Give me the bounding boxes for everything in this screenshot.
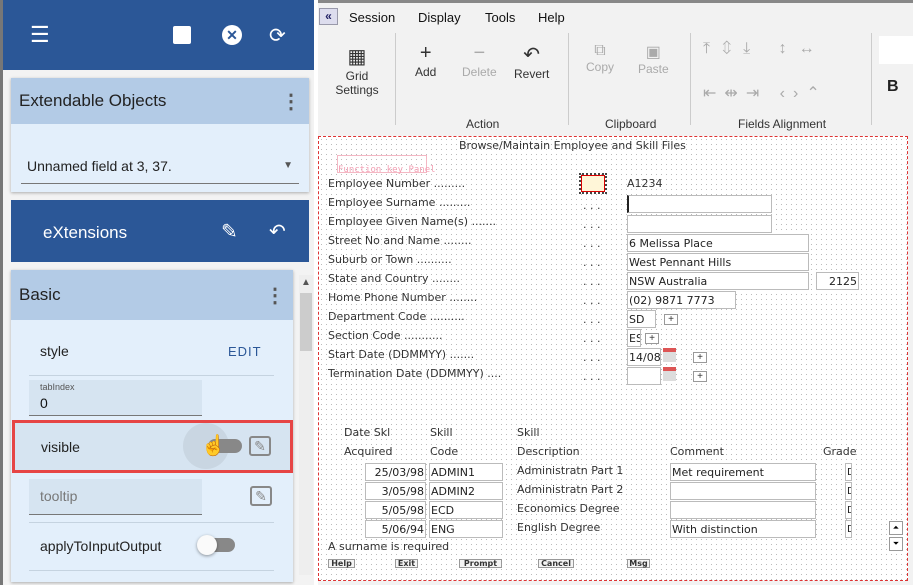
start-date-input[interactable]: 14/08 — [627, 348, 661, 366]
field-label: Department Code .......... — [328, 310, 465, 323]
header-description: Skill — [517, 426, 540, 439]
suburb-input[interactable]: West Pennant Hills — [627, 253, 809, 271]
termination-date-input[interactable] — [627, 367, 661, 385]
error-message: A surname is required — [328, 540, 450, 553]
description: English Degree — [517, 521, 601, 534]
header-date: Acquired — [344, 445, 393, 458]
field-dots: . . . — [583, 313, 601, 326]
description: Administratn Part 2 — [517, 483, 624, 496]
date-input[interactable]: 3/05/98 — [365, 482, 426, 500]
header-date: Date Skl — [344, 426, 391, 439]
grade-input[interactable]: D — [845, 463, 852, 481]
start-date-prompt-button[interactable]: + — [693, 352, 707, 363]
state-input[interactable]: NSW Australia — [627, 272, 809, 290]
field-label: Employee Number ......... — [328, 177, 466, 190]
form-content: Browse/Maintain Employee and Skill Files… — [0, 0, 913, 585]
field-label: Start Date (DDMMYY) ....... — [328, 348, 475, 361]
given-name-input[interactable] — [627, 215, 772, 233]
field-dots: . . . — [583, 256, 601, 269]
fkey-prompt[interactable]: Prompt — [459, 559, 502, 568]
grade-input[interactable]: D — [845, 520, 852, 538]
code-input[interactable]: ECD — [429, 501, 503, 519]
description: Administratn Part 1 — [517, 464, 624, 477]
comment-input[interactable]: Met requirement — [670, 463, 816, 481]
department-prompt-button[interactable]: + — [664, 314, 678, 325]
field-label: Home Phone Number ........ — [328, 291, 478, 304]
header-grade: Grade — [823, 445, 857, 458]
scroll-top-button[interactable]: ⏶ — [889, 521, 903, 535]
date-input[interactable]: 25/03/98 — [365, 463, 426, 481]
postcode-input[interactable]: 2125 — [816, 272, 859, 290]
street-input[interactable]: 6 Melissa Place — [627, 234, 809, 252]
section-prompt-button[interactable]: + — [645, 333, 659, 344]
calendar-icon[interactable] — [663, 348, 676, 362]
date-input[interactable]: 5/06/94 — [365, 520, 426, 538]
employee-number-value: A1234 — [627, 177, 663, 190]
field-dots: . . . — [583, 332, 601, 345]
code-input[interactable]: ADMIN1 — [429, 463, 503, 481]
termination-date-prompt-button[interactable]: + — [693, 371, 707, 382]
field-dots: . . . — [583, 370, 601, 383]
scroll-bottom-button[interactable]: ⏷ — [889, 537, 903, 551]
phone-input[interactable]: (02) 9871 7773 — [627, 291, 736, 309]
field-dots: . . . — [583, 294, 601, 307]
department-input[interactable]: SD — [627, 310, 656, 328]
field-label: Employee Given Name(s) ....... — [328, 215, 497, 228]
header-description: Description — [517, 445, 580, 458]
comment-input[interactable]: With distinction — [670, 520, 816, 538]
field-dots: . . . — [583, 351, 601, 364]
header-code: Code — [430, 445, 459, 458]
comment-input[interactable] — [670, 482, 816, 500]
section-input[interactable]: ES — [627, 329, 641, 347]
code-input[interactable]: ENG — [429, 520, 503, 538]
date-input[interactable]: 5/05/98 — [365, 501, 426, 519]
field-dots: . . . — [583, 237, 601, 250]
fkey-help[interactable]: Help — [328, 559, 355, 568]
fkey-msg[interactable]: Msg — [627, 559, 650, 568]
header-comment: Comment — [670, 445, 724, 458]
comment-input[interactable] — [670, 501, 816, 519]
calendar-icon[interactable] — [663, 367, 676, 381]
field-label: State and Country ........ — [328, 272, 460, 285]
header-code: Skill — [430, 426, 453, 439]
function-key-panel[interactable]: Function key Panel — [337, 155, 436, 175]
fkey-cancel[interactable]: Cancel — [538, 559, 574, 568]
field-label: Section Code ........... — [328, 329, 443, 342]
field-dots: . . . — [583, 275, 601, 288]
code-input[interactable]: ADMIN2 — [429, 482, 503, 500]
description: Economics Degree — [517, 502, 620, 515]
grade-input[interactable]: D — [845, 501, 852, 519]
field-label: Termination Date (DDMMYY) .... — [328, 367, 502, 380]
field-label: Suburb or Town .......... — [328, 253, 452, 266]
grade-input[interactable]: D — [845, 482, 852, 500]
field-dots: . . . — [583, 199, 601, 212]
field-label: Street No and Name ........ — [328, 234, 472, 247]
surname-input[interactable] — [627, 195, 772, 213]
fkey-exit[interactable]: Exit — [395, 559, 418, 568]
field-label: Employee Surname ......... — [328, 196, 471, 209]
selected-field-handle[interactable] — [579, 173, 607, 194]
form-title: Browse/Maintain Employee and Skill Files — [459, 139, 686, 152]
field-dots: . . . — [583, 218, 601, 231]
